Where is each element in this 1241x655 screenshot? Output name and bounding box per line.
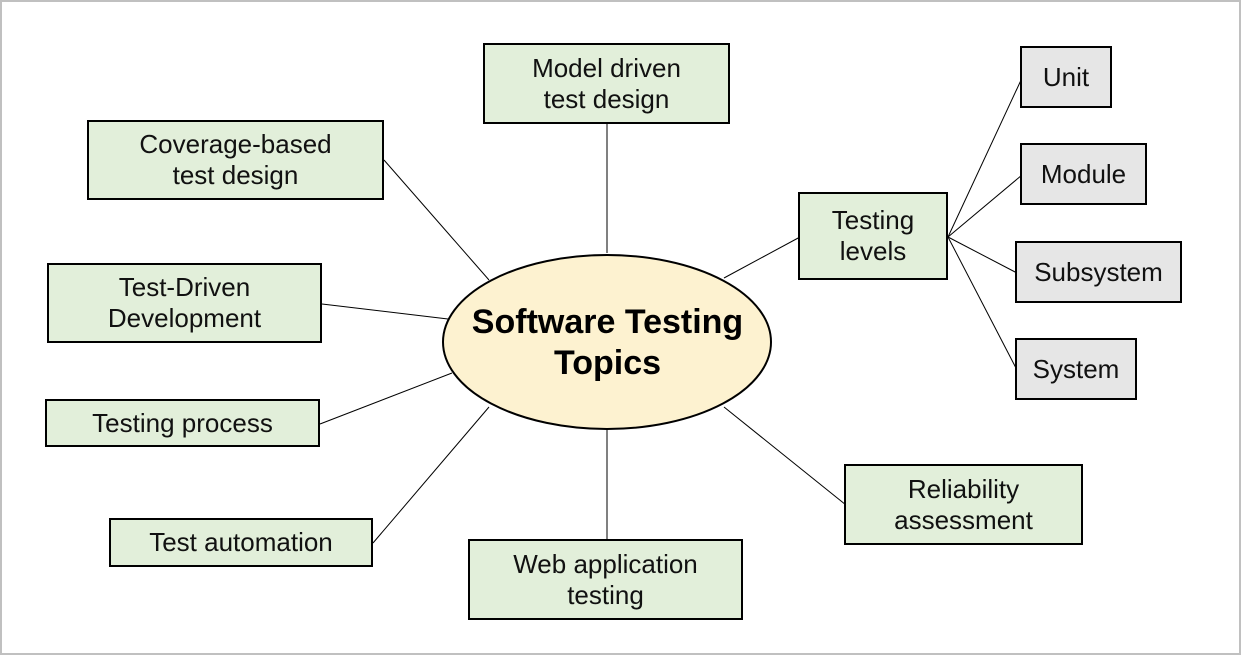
- topic-coverage-based-test-design[interactable]: Coverage-based test design: [87, 120, 384, 200]
- topic-web-application-testing[interactable]: Web application testing: [468, 539, 743, 620]
- link-levels-system: [947, 236, 1018, 371]
- link-center-reliability: [723, 406, 847, 506]
- mind-map-canvas: Software Testing Topics Model driven tes…: [0, 0, 1241, 655]
- subtopic-subsystem[interactable]: Subsystem: [1015, 241, 1182, 303]
- topic-reliability-assessment[interactable]: Reliability assessment: [844, 464, 1083, 545]
- subtopic-module[interactable]: Module: [1020, 143, 1147, 205]
- link-center-levels: [723, 236, 801, 279]
- topic-testing-process[interactable]: Testing process: [45, 399, 320, 447]
- link-center-process: [319, 372, 453, 425]
- link-levels-module: [947, 174, 1023, 238]
- link-levels-subsystem: [947, 236, 1018, 274]
- link-center-tdd: [321, 303, 449, 320]
- center-node-shape[interactable]: [442, 254, 772, 430]
- topic-test-driven-development[interactable]: Test-Driven Development: [47, 263, 322, 343]
- topic-model-driven-test-design[interactable]: Model driven test design: [483, 43, 730, 124]
- topic-test-automation[interactable]: Test automation: [109, 518, 373, 567]
- subtopic-system[interactable]: System: [1015, 338, 1137, 400]
- subtopic-unit[interactable]: Unit: [1020, 46, 1112, 108]
- link-levels-unit: [947, 77, 1023, 238]
- link-center-coverage: [383, 159, 490, 281]
- link-center-automation: [372, 406, 490, 544]
- topic-testing-levels[interactable]: Testing levels: [798, 192, 948, 280]
